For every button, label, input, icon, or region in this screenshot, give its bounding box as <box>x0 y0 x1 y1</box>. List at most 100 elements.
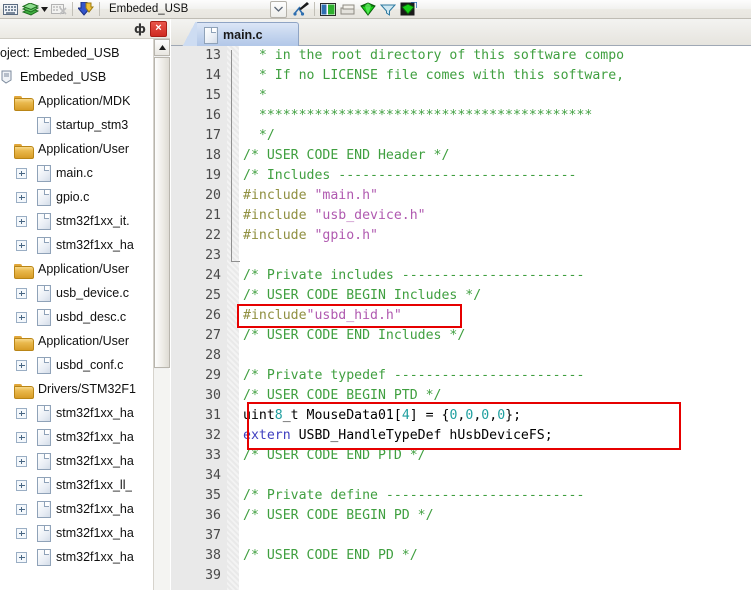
tree-item-embeded-usb[interactable]: Embeded_USB <box>0 65 170 89</box>
tree-item-gpio-c[interactable]: gpio.c <box>0 185 170 209</box>
tree-item-label: Application/User <box>38 334 130 348</box>
books-icon[interactable] <box>20 0 40 18</box>
scroll-up-arrow-icon[interactable] <box>154 39 170 56</box>
project-items-icon[interactable] <box>291 0 311 18</box>
tree-item-usb-device-c[interactable]: usb_device.c <box>0 281 170 305</box>
code-line[interactable]: 25 /* USER CODE BEGIN Includes */ <box>171 286 751 306</box>
code-line[interactable]: 19 /* Includes --------------------------… <box>171 166 751 186</box>
chevron-down-icon[interactable] <box>270 0 288 18</box>
line-number: 35 <box>205 488 221 503</box>
code-line[interactable]: 24 /* Private includes ------------------… <box>171 266 751 286</box>
tree-expander-icon[interactable] <box>16 215 27 227</box>
code-line[interactable]: 20 #include "main.h" <box>171 186 751 206</box>
tree-expander-icon[interactable] <box>16 431 27 443</box>
code-line[interactable]: 13 * in the root directory of this softw… <box>171 46 751 66</box>
code-line[interactable]: 29 /* Private typedef -------------------… <box>171 366 751 386</box>
stack-icon[interactable] <box>338 0 358 18</box>
code-line[interactable]: 38 /* USER CODE END PD */ <box>171 546 751 566</box>
tree-item-oject-embeded-usb[interactable]: oject: Embeded_USB <box>0 41 170 65</box>
tree-expander-icon[interactable] <box>16 455 27 467</box>
code-line-text: /* USER CODE END Includes */ <box>243 326 465 346</box>
code-text-area[interactable]: 13 * in the root directory of this softw… <box>171 46 751 590</box>
project-tree-scrollbar[interactable] <box>153 39 170 590</box>
code-line[interactable]: 30 /* USER CODE BEGIN PTD */ <box>171 386 751 406</box>
tree-item-application-mdk[interactable]: Application/MDK <box>0 89 170 113</box>
code-line[interactable]: 16 *************************************… <box>171 106 751 126</box>
code-line[interactable]: 34 <box>171 466 751 486</box>
tree-expander-icon[interactable] <box>16 167 27 179</box>
line-number: 27 <box>205 328 221 343</box>
tree-item-usbd-conf-c[interactable]: usbd_conf.c <box>0 353 170 377</box>
file-icon <box>37 189 51 206</box>
tree-expander-icon[interactable] <box>16 239 27 251</box>
config-panel-icon[interactable] <box>318 0 338 18</box>
code-token: * <box>243 88 267 103</box>
scrollbar-thumb[interactable] <box>154 57 170 368</box>
code-line[interactable]: 33 /* USER CODE END PTD */ <box>171 446 751 466</box>
tree-expander-icon[interactable] <box>16 407 27 419</box>
code-line[interactable]: 22 #include "gpio.h" <box>171 226 751 246</box>
code-line[interactable]: 14 * If no LICENSE file comes with this … <box>171 66 751 86</box>
code-line[interactable]: 37 <box>171 526 751 546</box>
code-line[interactable]: 32 extern USBD_HandleTypeDef hUsbDeviceFS… <box>171 426 751 446</box>
keyboard-icon[interactable] <box>0 0 20 18</box>
code-line[interactable]: 21 #include "usb_device.h" <box>171 206 751 226</box>
project-name-combo[interactable]: Embeded_USB <box>103 3 194 15</box>
code-line[interactable]: 23 <box>171 246 751 266</box>
tree-expander-icon[interactable] <box>16 479 27 491</box>
funnel-icon[interactable] <box>378 0 398 18</box>
tree-item-application-user[interactable]: Application/User <box>0 329 170 353</box>
file-icon <box>37 165 51 182</box>
tree-item-stm32f1xx-it[interactable]: stm32f1xx_it. <box>0 209 170 233</box>
tree-item-main-c[interactable]: main.c <box>0 161 170 185</box>
line-number: 14 <box>205 68 221 83</box>
code-line[interactable]: 35 /* Private define --------------------… <box>171 486 751 506</box>
code-line[interactable]: 39 <box>171 566 751 586</box>
file-icon <box>37 549 51 566</box>
tree-item-stm32f1xx-ha[interactable]: stm32f1xx_ha <box>0 545 170 569</box>
tree-expander-icon[interactable] <box>16 359 27 371</box>
code-line-text: /* Private define ----------------------… <box>243 486 584 506</box>
tree-item-stm32f1xx-ha[interactable]: stm32f1xx_ha <box>0 233 170 257</box>
tree-item-drivers-stm32f1[interactable]: Drivers/STM32F1 <box>0 377 170 401</box>
code-token: USBD_HandleTypeDef hUsbDeviceFS; <box>290 428 553 443</box>
code-line[interactable]: 27 /* USER CODE END Includes */ <box>171 326 751 346</box>
tree-expander-icon[interactable] <box>16 503 27 515</box>
code-line-text: /* USER CODE BEGIN PTD */ <box>243 386 442 406</box>
close-icon[interactable]: × <box>150 20 167 37</box>
tree-item-stm32f1xx-ha[interactable]: stm32f1xx_ha <box>0 449 170 473</box>
dropdown-caret-icon[interactable] <box>40 0 49 18</box>
tree-expander-icon[interactable] <box>16 287 27 299</box>
code-line[interactable]: 28 <box>171 346 751 366</box>
tree-item-application-user[interactable]: Application/User <box>0 257 170 281</box>
tree-item-label: stm32f1xx_ha <box>56 454 134 468</box>
tree-item-label: Application/MDK <box>38 94 131 108</box>
tree-item-stm32f1xx-ha[interactable]: stm32f1xx_ha <box>0 497 170 521</box>
target-icon <box>0 70 15 85</box>
tree-expander-icon[interactable] <box>16 551 27 563</box>
code-line[interactable]: 17 */ <box>171 126 751 146</box>
tree-expander-icon[interactable] <box>16 191 27 203</box>
pin-icon[interactable]: ф <box>132 21 148 37</box>
tree-expander-icon[interactable] <box>16 311 27 323</box>
code-line[interactable]: 15 * <box>171 86 751 106</box>
diamond-green-icon[interactable] <box>358 0 378 18</box>
tab-main-c[interactable]: main.c <box>182 22 299 47</box>
code-line[interactable]: 36 /* USER CODE BEGIN PD */ <box>171 506 751 526</box>
download-to-target-icon[interactable] <box>76 0 96 18</box>
scrollbar-track[interactable] <box>154 369 170 590</box>
tree-item-stm32f1xx-ha[interactable]: stm32f1xx_ha <box>0 521 170 545</box>
tree-expander-icon[interactable] <box>16 527 27 539</box>
tree-item-application-user[interactable]: Application/User <box>0 137 170 161</box>
code-line[interactable]: 18 /* USER CODE END Header */ <box>171 146 751 166</box>
tree-item-label: gpio.c <box>56 190 90 204</box>
pack-green-icon[interactable] <box>398 0 418 18</box>
tree-item-stm32f1xx-ha[interactable]: stm32f1xx_ha <box>0 401 170 425</box>
tree-item-usbd-desc-c[interactable]: usbd_desc.c <box>0 305 170 329</box>
code-line[interactable]: 31 uint8_t MouseData01[4] = {0,0,0,0}; <box>171 406 751 426</box>
tree-item-startup-stm3[interactable]: startup_stm3 <box>0 113 170 137</box>
tree-item-stm32f1xx-ha[interactable]: stm32f1xx_ha <box>0 425 170 449</box>
project-tree[interactable]: oject: Embeded_USB Embeded_USB Application… <box>0 39 170 590</box>
code-line[interactable]: 26 #include"usbd_hid.h" <box>171 306 751 326</box>
tree-item-stm32f1xx-ll[interactable]: stm32f1xx_ll_ <box>0 473 170 497</box>
